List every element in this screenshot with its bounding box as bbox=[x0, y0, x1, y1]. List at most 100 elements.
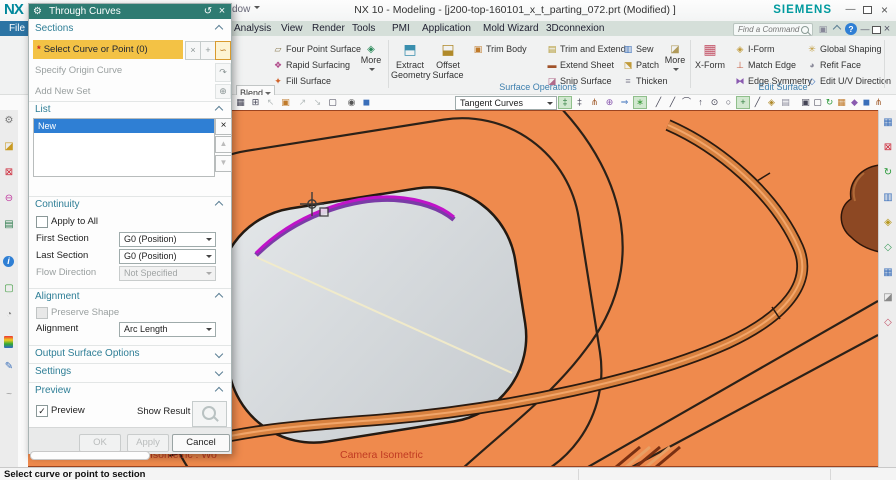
menu-application[interactable]: Application bbox=[422, 21, 471, 36]
preview-header[interactable]: Preview bbox=[29, 382, 231, 398]
preview-checkbox[interactable]: ✓ bbox=[36, 405, 48, 417]
flow-direction-combo[interactable]: Not Specified bbox=[119, 266, 216, 281]
rendering-style-icon[interactable]: ▦ bbox=[835, 96, 848, 109]
menu-3dconnexion[interactable]: 3Dconnexion bbox=[546, 21, 604, 36]
menu-render[interactable]: Render bbox=[312, 21, 345, 36]
sections-header[interactable]: Sections bbox=[29, 21, 231, 36]
refit-face-button[interactable]: ◕ Refit Face bbox=[806, 58, 861, 72]
show-result-button[interactable] bbox=[192, 401, 227, 427]
deselect-button[interactable]: × bbox=[185, 41, 201, 60]
origin-curve-button[interactable]: ↷ bbox=[215, 63, 231, 82]
ribbon-collapse-icon[interactable] bbox=[831, 23, 843, 35]
global-shaping-button[interactable]: ✳ Global Shaping bbox=[806, 42, 881, 56]
tool-plane-icon[interactable]: ⊞ bbox=[249, 96, 262, 109]
reuse-library-icon[interactable]: ▤ bbox=[2, 218, 16, 232]
list-move-up-button[interactable]: ▲ bbox=[215, 136, 232, 153]
assembly-navigator-icon[interactable]: ◪ bbox=[2, 140, 16, 154]
tool-snap-box-icon[interactable]: ▣ bbox=[279, 96, 292, 109]
help-icon[interactable]: ? bbox=[845, 23, 857, 35]
face-analysis-icon[interactable]: ◇ bbox=[881, 241, 895, 255]
snap-intersection-toggle-icon[interactable]: + bbox=[736, 96, 750, 109]
wireframe-style-icon[interactable]: ⋔ bbox=[872, 96, 885, 109]
dialog-resize-grip[interactable] bbox=[30, 451, 150, 460]
list-item-new[interactable]: New bbox=[34, 119, 214, 133]
add-new-set-button[interactable]: ⊕ bbox=[215, 84, 231, 99]
roles-gear-icon[interactable]: ⚙ bbox=[2, 114, 16, 128]
roles-brush-icon[interactable]: ✎ bbox=[2, 360, 16, 374]
dialog-close-icon[interactable]: × bbox=[215, 4, 229, 19]
extract-geometry-button[interactable]: ⬒ Extract Geometry bbox=[391, 40, 431, 80]
constraint-navigator-icon[interactable]: ⊠ bbox=[2, 166, 16, 180]
branch-icon[interactable]: ⋔ bbox=[588, 96, 601, 109]
menu-tools[interactable]: Tools bbox=[352, 21, 375, 36]
sections-list[interactable]: New bbox=[33, 118, 215, 177]
continuity-header[interactable]: Continuity bbox=[29, 196, 231, 212]
grid-display-icon[interactable]: ▦ bbox=[881, 116, 895, 130]
last-section-combo[interactable]: G0 (Position) bbox=[119, 249, 216, 264]
edit-pole-icon[interactable]: ◪ bbox=[881, 291, 895, 305]
tool-cursor-icon[interactable]: ↖ bbox=[264, 96, 277, 109]
iform-button[interactable]: ◈ I-Form bbox=[734, 42, 775, 56]
refresh-view-icon[interactable]: ↻ bbox=[881, 166, 895, 180]
window-style-icon[interactable]: ▣ bbox=[817, 23, 829, 35]
select-curve-row[interactable]: * Select Curve or Point (0) bbox=[33, 40, 183, 59]
trim-body-button[interactable]: ▣ Trim Body bbox=[472, 42, 527, 56]
workspace-minimize-icon[interactable]: — bbox=[859, 23, 871, 35]
snap-point-toggle-icon[interactable]: ∗ bbox=[633, 96, 647, 109]
window-menu-remnant[interactable]: dow bbox=[232, 4, 261, 15]
snap-circle-icon[interactable]: ○ bbox=[722, 96, 735, 109]
snap-tangent-icon[interactable]: ╱ bbox=[751, 96, 764, 109]
dialog-gear-icon[interactable]: ⚙ bbox=[33, 4, 42, 19]
curve-rule-combo[interactable]: Tangent Curves bbox=[455, 96, 557, 110]
isocurve-icon[interactable]: ▦ bbox=[881, 266, 895, 280]
curve-collector-button[interactable]: ∽ bbox=[215, 41, 231, 60]
offset-surface-button[interactable]: ⬓ Offset Surface bbox=[429, 40, 467, 80]
snap-endpoint-icon[interactable]: ╱ bbox=[652, 96, 665, 109]
first-section-combo[interactable]: G0 (Position) bbox=[119, 232, 216, 247]
fill-surface-button[interactable]: ✦ Fill Surface bbox=[272, 74, 331, 88]
alignment-combo[interactable]: Arc Length bbox=[119, 322, 216, 337]
menu-pmi[interactable]: PMI bbox=[392, 21, 410, 36]
workspace-close-icon[interactable]: × bbox=[881, 23, 893, 35]
close-icon[interactable]: × bbox=[877, 3, 892, 17]
snap-arc-icon[interactable]: ⌒ bbox=[680, 96, 693, 109]
tool-sphere-icon[interactable]: ◉ bbox=[345, 96, 358, 109]
surface-ops-more-button[interactable]: ◪ More bbox=[662, 44, 688, 75]
dialog-reset-icon[interactable]: ↺ bbox=[201, 4, 215, 19]
deviation-gauge-icon[interactable]: ◇ bbox=[881, 316, 895, 330]
tool-grid-icon[interactable]: ▦ bbox=[234, 96, 247, 109]
flow-arrow-icon[interactable]: ⇒ bbox=[618, 96, 631, 109]
workspace-restore-icon[interactable] bbox=[872, 26, 881, 34]
extend-sheet-button[interactable]: ▬ Extend Sheet bbox=[546, 58, 615, 72]
system-clock-icon[interactable]: ◔ bbox=[2, 308, 16, 322]
stop-at-intersection-icon[interactable]: ‡ bbox=[573, 96, 586, 109]
snap-center-icon[interactable]: ⊙ bbox=[708, 96, 721, 109]
find-command-input[interactable] bbox=[736, 24, 802, 35]
surface-analysis-icon[interactable]: ◈ bbox=[881, 216, 895, 230]
find-command-box[interactable] bbox=[733, 23, 813, 36]
chain-icon[interactable]: ⊕ bbox=[603, 96, 616, 109]
specify-origin-curve-label[interactable]: Specify Origin Curve bbox=[35, 64, 122, 78]
minimize-icon[interactable]: — bbox=[843, 3, 858, 17]
settings-header[interactable]: Settings bbox=[29, 363, 231, 379]
reflection-map-icon[interactable]: ▥ bbox=[881, 191, 895, 205]
internet-explorer-icon[interactable]: i bbox=[3, 256, 14, 267]
apply-to-all-checkbox[interactable] bbox=[36, 216, 48, 228]
menu-view[interactable]: View bbox=[281, 21, 303, 36]
cancel-button[interactable]: Cancel bbox=[172, 434, 230, 452]
list-remove-button[interactable]: × bbox=[215, 118, 232, 135]
point-dialog-button[interactable]: + bbox=[200, 41, 216, 60]
tool-marquee-icon[interactable]: ▢ bbox=[326, 96, 339, 109]
tool-solid-icon[interactable]: ◼ bbox=[360, 96, 373, 109]
tool-arrow-down-icon[interactable]: ↘ bbox=[311, 96, 324, 109]
match-edge-button[interactable]: ⊥ Match Edge bbox=[734, 58, 796, 72]
four-point-surface-button[interactable]: ▱ Four Point Surface bbox=[272, 42, 362, 56]
rapid-surfacing-button[interactable]: ❖ Rapid Surfacing bbox=[272, 58, 350, 72]
snap-midpoint-icon[interactable]: ╱ bbox=[666, 96, 679, 109]
menu-analysis[interactable]: Analysis bbox=[234, 21, 271, 36]
list-header[interactable]: List bbox=[29, 101, 231, 117]
ok-button[interactable]: OK bbox=[79, 434, 121, 452]
apply-button[interactable]: Apply bbox=[127, 434, 169, 452]
output-surface-options-header[interactable]: Output Surface Options bbox=[29, 345, 231, 361]
menu-mold-wizard[interactable]: Mold Wizard bbox=[483, 21, 539, 36]
